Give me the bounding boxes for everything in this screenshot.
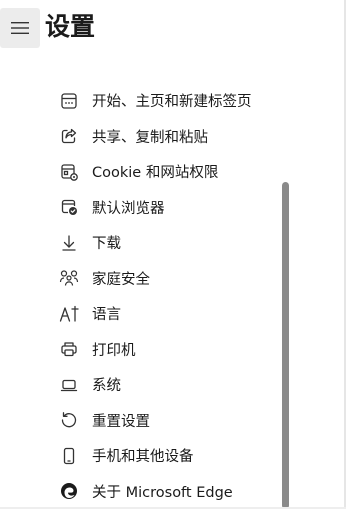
nav-item-downloads[interactable]: 下载 — [50, 225, 280, 261]
phone-icon — [58, 445, 80, 467]
page-title: 设置 — [45, 12, 96, 41]
nav-item-label: 系统 — [92, 378, 121, 395]
nav-item-languages[interactable]: 语言 — [50, 296, 280, 332]
hamburger-menu-button[interactable] — [0, 8, 40, 48]
site-permissions-icon — [58, 161, 80, 183]
nav-item-label: 家庭安全 — [92, 271, 150, 288]
nav-item-label: 默认浏览器 — [92, 200, 165, 217]
nav-item-label: 重置设置 — [92, 413, 150, 430]
laptop-icon — [58, 374, 80, 396]
nav-item-reset-settings[interactable]: 重置设置 — [50, 403, 280, 439]
default-browser-icon — [58, 196, 80, 218]
nav-item-label: Cookie 和网站权限 — [92, 165, 219, 182]
nav-item-label: 开始、主页和新建标签页 — [92, 94, 252, 111]
nav-item-printers[interactable]: 打印机 — [50, 332, 280, 368]
nav-item-label: 下载 — [92, 236, 121, 253]
hamburger-icon — [11, 21, 29, 35]
nav-item-label: 关于 Microsoft Edge — [92, 484, 233, 501]
settings-nav-list: 开始、主页和新建标签页 共享、复制和粘贴 Cookie 和网站权限 默认浏览器 … — [50, 83, 280, 509]
language-icon — [58, 303, 80, 325]
home-tab-icon — [58, 90, 80, 112]
nav-item-about-edge[interactable]: 关于 Microsoft Edge — [50, 474, 280, 509]
nav-item-label: 手机和其他设备 — [92, 449, 194, 466]
nav-item-phone-other-devices[interactable]: 手机和其他设备 — [50, 438, 280, 474]
nav-item-label: 语言 — [92, 307, 121, 324]
nav-item-family-safety[interactable]: 家庭安全 — [50, 261, 280, 297]
share-icon — [58, 125, 80, 147]
nav-item-system[interactable]: 系统 — [50, 367, 280, 403]
edge-logo-icon — [58, 480, 80, 502]
nav-item-share-copy-paste[interactable]: 共享、复制和粘贴 — [50, 119, 280, 155]
nav-item-default-browser[interactable]: 默认浏览器 — [50, 190, 280, 226]
nav-item-cookies-site-permissions[interactable]: Cookie 和网站权限 — [50, 154, 280, 190]
nav-item-label: 共享、复制和粘贴 — [92, 129, 208, 146]
family-icon — [58, 267, 80, 289]
printer-icon — [58, 338, 80, 360]
scrollbar-thumb[interactable] — [282, 182, 289, 509]
reset-icon — [58, 409, 80, 431]
nav-item-start-home-newtab[interactable]: 开始、主页和新建标签页 — [50, 83, 280, 119]
download-icon — [58, 232, 80, 254]
nav-item-label: 打印机 — [92, 342, 136, 359]
